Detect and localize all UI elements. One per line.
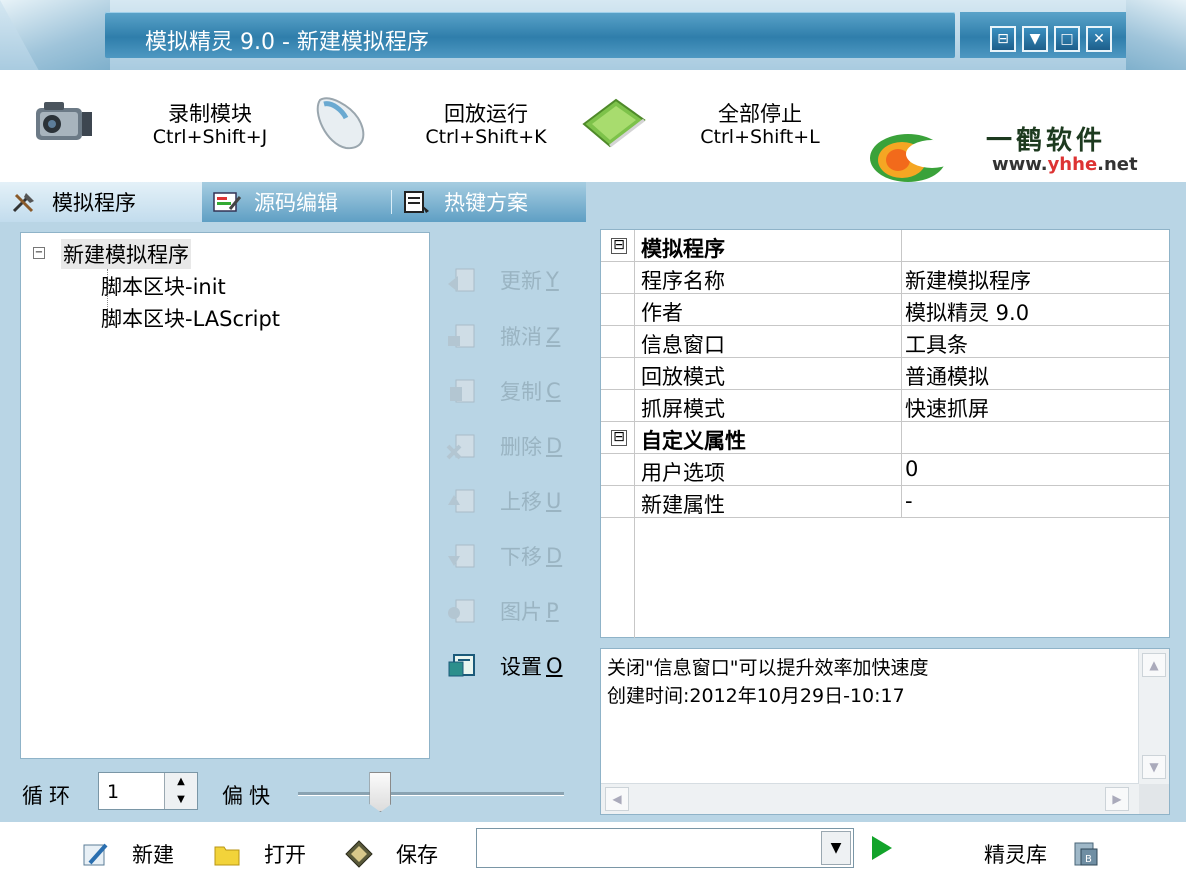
property-row[interactable]: 作者 模拟精灵 9.0 (601, 294, 1169, 326)
tab-hotkey-scheme[interactable]: 热键方案 (392, 182, 586, 222)
mouse-icon (316, 97, 365, 150)
collapse-toggle[interactable]: − (33, 247, 45, 259)
library-button[interactable]: 精灵库 B (984, 832, 1123, 876)
move-down-icon (448, 544, 475, 568)
library-icon: B (1074, 842, 1098, 866)
undo-icon (448, 324, 475, 348)
undo-button[interactable]: 撤消 Z (446, 321, 560, 351)
stepper-down-button[interactable]: ▼ (164, 791, 197, 809)
new-button[interactable]: 新建 (80, 832, 174, 876)
main-toolbar: 录制模块 Ctrl+Shift+J 回放运行 Ctrl+Shift+K 全部停止… (0, 70, 1186, 182)
category-collapse-toggle[interactable]: ⊟ (611, 238, 627, 254)
category-simulation-program[interactable]: ⊟ 模拟程序 (601, 230, 1169, 262)
property-row[interactable]: 用户选项 0 (601, 454, 1169, 486)
tab-label: 热键方案 (444, 191, 528, 215)
update-button[interactable]: 更新 Y (446, 265, 559, 295)
category-collapse-toggle[interactable]: ⊟ (611, 430, 627, 446)
logo-swirl-icon (870, 134, 958, 182)
property-row[interactable]: 程序名称 新建模拟程序 (601, 262, 1169, 294)
tab-source-edit[interactable]: 源码编辑 (202, 182, 392, 222)
play-icon[interactable] (872, 836, 892, 860)
open-button[interactable]: 打开 (212, 832, 306, 876)
tools-icon (12, 193, 34, 213)
title-bar[interactable]: 模拟精灵 9.0 - 新建模拟程序 ⊟ ▼ □ ✕ (0, 0, 1186, 70)
speed-slider-thumb[interactable] (369, 772, 392, 812)
scroll-down-arrow[interactable]: ▼ (1142, 755, 1166, 779)
dropdown-button[interactable]: ▼ (1022, 26, 1048, 52)
vertical-scrollbar[interactable]: ▲ ▼ (1138, 649, 1169, 785)
stop-label: 全部停止 (718, 102, 802, 126)
delete-icon (446, 434, 475, 460)
playback-label: 回放运行 (444, 102, 528, 126)
maximize-button[interactable]: □ (1054, 26, 1080, 52)
property-row[interactable]: 信息窗口 工具条 (601, 326, 1169, 358)
picture-button[interactable]: 图片 P (446, 596, 559, 626)
horizontal-scrollbar[interactable]: ◀ ▶ (601, 783, 1139, 814)
restore-button[interactable]: ⊟ (990, 26, 1016, 52)
record-hotkey: Ctrl+Shift+J (152, 126, 268, 148)
tab-label: 源码编辑 (254, 191, 338, 215)
property-row[interactable]: 抓屏模式 快速抓屏 (601, 390, 1169, 422)
tree-root-node[interactable]: 新建模拟程序 (61, 239, 191, 269)
combo-dropdown-arrow[interactable]: ▼ (821, 831, 851, 865)
tree-item-lascript[interactable]: 脚本区块-LAScript (101, 303, 280, 333)
tab-strip: 模拟程序 源码编辑 热键方案 (0, 182, 586, 222)
record-label: 录制模块 (168, 102, 252, 126)
save-disk-icon (345, 840, 373, 868)
save-button[interactable]: 保存 (344, 832, 438, 876)
move-down-button[interactable]: 下移 D (446, 541, 562, 571)
program-tree[interactable]: − 新建模拟程序 脚本区块-init 脚本区块-LAScript (20, 232, 430, 759)
logo-url: www.yhhe.net (992, 154, 1138, 175)
playback-hotkey: Ctrl+Shift+K (425, 126, 547, 148)
info-textbox[interactable]: 关闭"信息窗口"可以提升效率加快速度 创建时间:2012年10月29日-10:1… (600, 648, 1170, 815)
loop-count-value: 1 (107, 781, 120, 803)
company-logo: 一鹤软件 www.yhhe.net (868, 118, 1158, 198)
speed-slider-track[interactable] (298, 792, 564, 796)
settings-icon (448, 654, 475, 677)
property-row[interactable]: 回放模式 普通模拟 (601, 358, 1169, 390)
property-row[interactable]: 新建属性 - (601, 486, 1169, 518)
hotkey-icon (404, 191, 429, 213)
new-file-icon (83, 843, 108, 866)
folder-icon (214, 846, 240, 866)
stop-hotkey: Ctrl+Shift+L (700, 126, 820, 148)
scroll-up-arrow[interactable]: ▲ (1142, 653, 1166, 677)
camcorder-icon (36, 102, 92, 140)
tab-simulation-program[interactable]: 模拟程序 (0, 182, 202, 222)
settings-button[interactable]: 设置 O (446, 651, 563, 681)
info-line: 关闭"信息窗口"可以提升效率加快速度 (607, 657, 929, 679)
scroll-right-arrow[interactable]: ▶ (1105, 787, 1129, 811)
bottom-toolbar: 新建 打开 保存 ▼ 精灵库 B (0, 822, 1186, 890)
edit-icon (213, 192, 242, 212)
loop-label: 循环 (22, 784, 76, 808)
tab-label: 模拟程序 (52, 191, 136, 215)
app-window: 模拟精灵 9.0 - 新建模拟程序 ⊟ ▼ □ ✕ 录制模块 Ctrl+Shif… (0, 0, 1186, 890)
category-custom-properties[interactable]: ⊟ 自定义属性 (601, 422, 1169, 454)
close-button[interactable]: ✕ (1086, 26, 1112, 52)
info-line: 创建时间:2012年10月29日-10:17 (607, 685, 905, 707)
update-icon (448, 268, 475, 292)
property-grid[interactable]: ⊟ 模拟程序 程序名称 新建模拟程序 作者 模拟精灵 9.0 信息窗口 工具条 回放模… (600, 229, 1170, 638)
copy-button[interactable]: 复制 C (446, 376, 561, 406)
scroll-left-arrow[interactable]: ◀ (605, 787, 629, 811)
svg-text:B: B (1085, 854, 1092, 865)
stepper-up-button[interactable]: ▲ (164, 773, 197, 792)
picture-icon (448, 599, 475, 623)
delete-button[interactable]: 删除 D (446, 431, 562, 461)
copy-icon (450, 379, 475, 403)
script-combo[interactable]: ▼ (476, 828, 854, 868)
tree-item-init[interactable]: 脚本区块-init (101, 271, 226, 301)
logo-text: 一鹤软件 (986, 126, 1107, 156)
move-up-button[interactable]: 上移 U (446, 486, 561, 516)
speed-label: 偏快 (222, 784, 276, 808)
green-card-icon (582, 98, 646, 148)
window-title: 模拟精灵 9.0 - 新建模拟程序 (145, 30, 429, 55)
loop-count-stepper[interactable]: 1 ▲ ▼ (98, 772, 198, 810)
move-up-icon (448, 489, 475, 513)
